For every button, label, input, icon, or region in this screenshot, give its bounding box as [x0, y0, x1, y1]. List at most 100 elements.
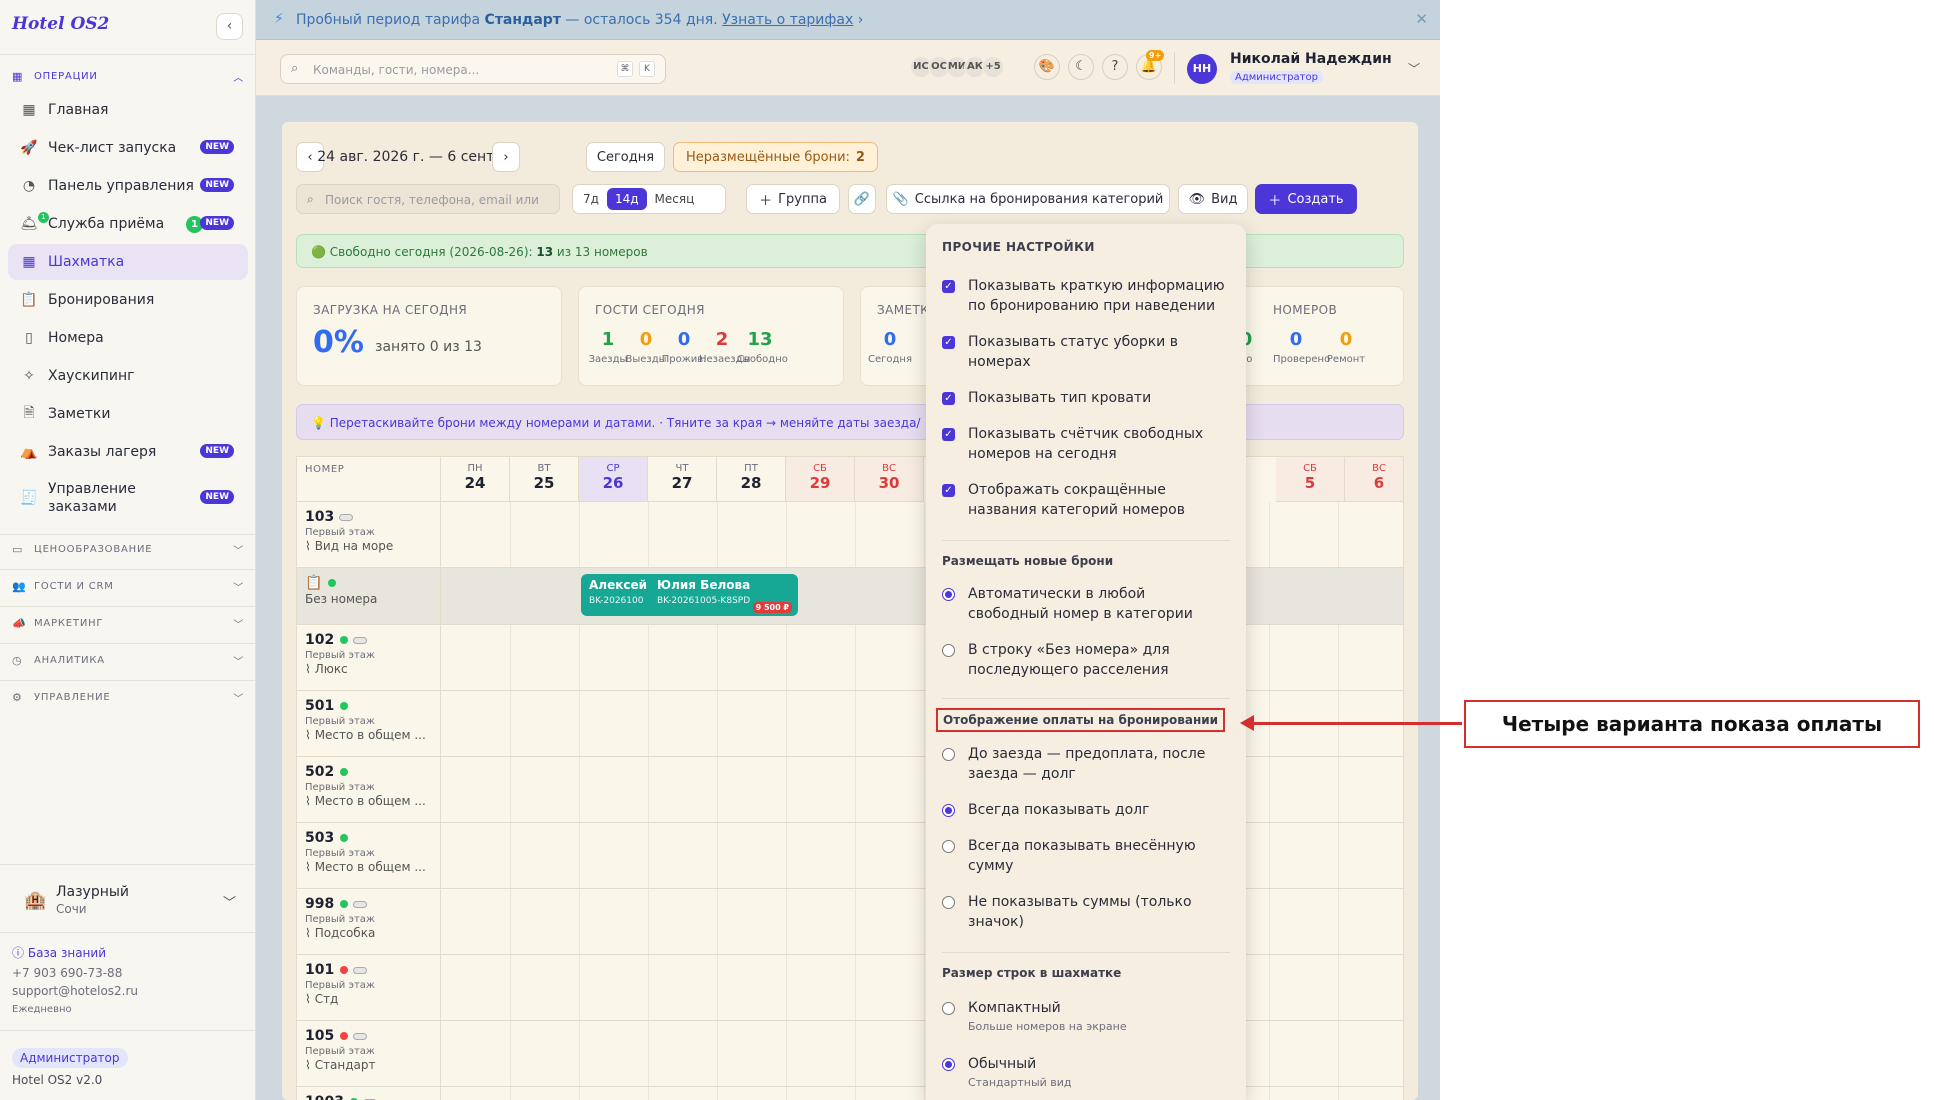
- booking-guest: Юлия Белова: [657, 578, 751, 592]
- room-number: 103: [305, 509, 335, 525]
- checkbox-checked-icon[interactable]: ✓: [942, 392, 955, 405]
- sidebar-item-rooms[interactable]: ▯ Номера: [8, 320, 248, 356]
- day-number: 29: [809, 474, 831, 492]
- booking-bar[interactable]: Алексей BK-2026100 Юлия Белова BK-20261005-…: [581, 574, 798, 616]
- date-range[interactable]: 24 авг. 2026 г. — 6 сент.: [317, 142, 499, 172]
- booking-code: BK-2026100: [589, 596, 644, 606]
- section-management[interactable]: ⚙ УПРАВЛЕНИЕ ﹀: [12, 687, 244, 707]
- radio-icon[interactable]: [942, 748, 955, 761]
- knowledge-base-link[interactable]: ⓘ База знаний: [12, 944, 106, 961]
- sidebar-item-home[interactable]: ▦ Главная: [8, 92, 248, 128]
- day-header[interactable]: ПТ 28: [717, 457, 786, 502]
- sidebar-item-launch-checklist[interactable]: 🚀 Чек-лист запуска NEW: [8, 130, 248, 166]
- checkbox-checked-icon[interactable]: ✓: [942, 484, 955, 497]
- palette-icon[interactable]: 🎨: [1034, 54, 1060, 80]
- command-search[interactable]: ⌕ Команды, гости, номера... ⌘ K: [280, 54, 666, 84]
- checkbox-checked-icon[interactable]: ✓: [942, 336, 955, 349]
- day-header[interactable]: СБ 29: [786, 457, 855, 502]
- checkbox-checked-icon[interactable]: ✓: [942, 280, 955, 293]
- day-header[interactable]: СБ 5: [1276, 457, 1345, 502]
- room-cell[interactable]: 1903: [297, 1087, 441, 1100]
- user-avatar[interactable]: НН: [1187, 54, 1217, 84]
- room-cell[interactable]: 102 Первый этаж ⌇ Люкс: [297, 625, 441, 690]
- collapse-sidebar-button[interactable]: ‹: [216, 13, 243, 40]
- section-analytics[interactable]: ◷ АНАЛИТИКА ﹀: [12, 650, 244, 670]
- support-email[interactable]: support@hotelos2.ru: [12, 984, 138, 998]
- sidebar-item-bookings[interactable]: 📋 Бронирования: [8, 282, 248, 318]
- room-cell[interactable]: 101 Первый этаж ⌇ Стд: [297, 955, 441, 1020]
- sidebar-item-camp-orders[interactable]: ⛺ Заказы лагеря NEW: [8, 434, 248, 470]
- create-button[interactable]: ＋ Создать: [1255, 184, 1357, 214]
- day-header[interactable]: ПН 24: [441, 457, 510, 502]
- radio-icon[interactable]: [942, 896, 955, 909]
- sidebar-item-notes[interactable]: 🗎 Заметки: [8, 396, 248, 432]
- paperclip-icon: ⌇: [305, 860, 315, 874]
- section-pricing[interactable]: ▭ ЦЕНООБРАЗОВАНИЕ ﹀: [12, 539, 244, 559]
- room-cell[interactable]: 502 Первый этаж ⌇ Место в общем ...: [297, 757, 441, 822]
- group-button[interactable]: ＋ Группа: [746, 184, 840, 214]
- chevron-up-icon: ︿: [233, 72, 244, 84]
- room-number-line: 503: [305, 830, 432, 846]
- room-number: 1903: [305, 1094, 344, 1100]
- chevron-down-icon[interactable]: ﹀: [1408, 60, 1420, 77]
- link-button[interactable]: 🔗: [848, 184, 876, 214]
- room-cell[interactable]: 503 Первый этаж ⌇ Место в общем ...: [297, 823, 441, 888]
- sidebar-item-chessboard[interactable]: ▦ Шахматка: [8, 244, 248, 280]
- user-name[interactable]: Николай Надеждин: [1230, 51, 1392, 67]
- section-guests-crm[interactable]: 👥 ГОСТИ И CRM ﹀: [12, 576, 244, 596]
- checkbox-checked-icon[interactable]: ✓: [942, 428, 955, 441]
- close-icon[interactable]: ✕: [1415, 10, 1428, 28]
- sidebar-item-order-management[interactable]: 🧾 Управление заказами NEW: [8, 474, 248, 522]
- tent-icon: ⛺: [20, 444, 38, 460]
- sidebar-item-label: Бронирования: [48, 292, 155, 308]
- guest-search-input[interactable]: ⌕ Поиск гостя, телефона, email или: [296, 184, 560, 214]
- room-type-label: Место в общем ...: [314, 794, 426, 808]
- category-booking-link-button[interactable]: 📎 Ссылка на бронирования категорий: [886, 184, 1170, 214]
- room-cell[interactable]: 105 Первый этаж ⌇ Стандарт: [297, 1021, 441, 1086]
- room-cell[interactable]: 📋 Без номера: [297, 568, 441, 624]
- today-button[interactable]: Сегодня: [586, 142, 665, 172]
- view-14d[interactable]: 14д: [606, 188, 647, 210]
- door-icon: ▯: [25, 330, 33, 346]
- section-marketing[interactable]: 📣 МАРКЕТИНГ ﹀: [12, 613, 244, 633]
- section-operations[interactable]: ▦ ОПЕРАЦИИ ︿: [12, 66, 244, 86]
- day-header[interactable]: ВС 6: [1345, 457, 1403, 502]
- sidebar-item-housekeeping[interactable]: ✧ Хаускипинг: [8, 358, 248, 394]
- chevron-down-icon: ﹀: [233, 656, 244, 668]
- online-users[interactable]: ИС ОС МИ АК +5: [910, 56, 1004, 78]
- pricing-link[interactable]: Узнать о тарифах: [722, 12, 853, 28]
- day-header[interactable]: ВТ 25: [510, 457, 579, 502]
- sidebar-item-control-panel[interactable]: ◔ Панель управления NEW: [8, 168, 248, 204]
- day-header[interactable]: ЧТ 27: [648, 457, 717, 502]
- next-period-button[interactable]: ›: [492, 142, 520, 172]
- radio-selected-icon[interactable]: [942, 1058, 955, 1071]
- payment-display-section-title: Отображение оплаты на бронировании: [936, 708, 1226, 732]
- view-7d[interactable]: 7д: [575, 188, 607, 210]
- setting-label: Показывать счётчик свободных номеров на …: [968, 426, 1204, 462]
- room-cell[interactable]: 998 Первый этаж ⌇ Подсобка: [297, 889, 441, 954]
- help-icon[interactable]: ?: [1102, 54, 1128, 80]
- day-header[interactable]: ВС 30: [855, 457, 924, 502]
- radio-selected-icon[interactable]: [942, 804, 955, 817]
- room-cell[interactable]: 501 Первый этаж ⌇ Место в общем ...: [297, 691, 441, 756]
- room-number-line: 502: [305, 764, 432, 780]
- day-header[interactable]: СР 26: [579, 457, 648, 502]
- trial-plan: Стандарт: [484, 12, 561, 28]
- radio-selected-icon[interactable]: [942, 588, 955, 601]
- radio-icon[interactable]: [942, 1002, 955, 1015]
- radio-icon[interactable]: [942, 644, 955, 657]
- moon-icon[interactable]: ☾: [1068, 54, 1094, 80]
- support-phone[interactable]: +7 903 690-73-88: [12, 966, 122, 980]
- status-dot: [340, 702, 349, 710]
- view-range-toggle[interactable]: 7д 14д Месяц: [572, 184, 726, 214]
- pending-bookings-button[interactable]: Неразмещённые брони: 2: [673, 142, 878, 172]
- room-cell[interactable]: 103 Первый этаж ⌇ Вид на море: [297, 502, 441, 567]
- radio-icon[interactable]: [942, 840, 955, 853]
- room-type-label: Место в общем ...: [314, 728, 426, 742]
- hotel-switcher[interactable]: 🏨 Лазурный Сочи ﹀: [12, 880, 244, 924]
- view-settings-button[interactable]: 👁 Вид: [1178, 184, 1248, 214]
- brand-logo[interactable]: Hotel OS2: [12, 14, 109, 34]
- view-month[interactable]: Месяц: [647, 188, 703, 210]
- sidebar-item-front-desk[interactable]: 🛎 1 Служба приёма 1 NEW: [8, 206, 248, 242]
- chevron-right-icon: ›: [857, 12, 864, 28]
